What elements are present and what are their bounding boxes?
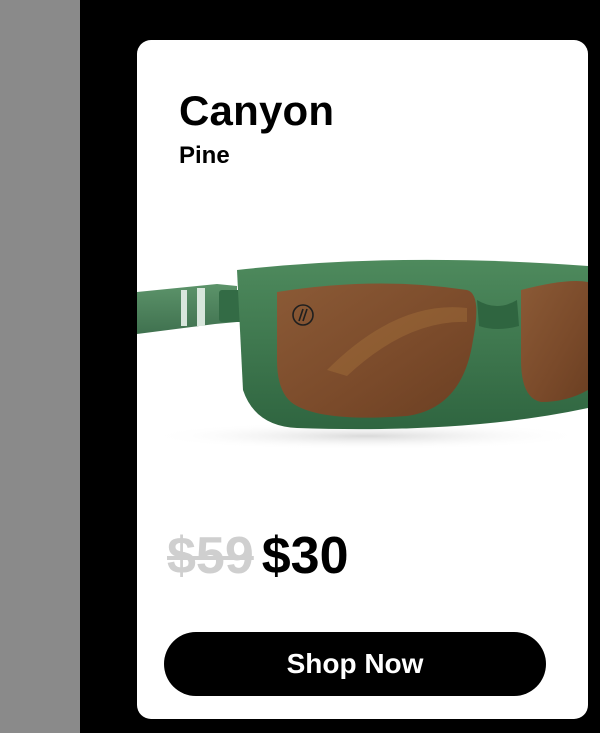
temple-stripe-a — [181, 290, 187, 326]
product-variant: Pine — [179, 142, 230, 169]
app-stage: Canyon Pine $59 $30 Shop Now — [0, 0, 600, 733]
product-title: Canyon — [179, 87, 335, 134]
product-card[interactable]: Canyon Pine $59 $30 Shop Now — [137, 40, 588, 719]
price-row: $59 $30 — [167, 530, 349, 582]
right-lens — [521, 281, 588, 402]
side-panel — [0, 0, 80, 733]
sunglasses-product-image — [137, 259, 588, 450]
shop-now-button[interactable]: Shop Now — [164, 632, 546, 696]
sale-price: $30 — [261, 527, 349, 585]
temple-stripe-b — [197, 288, 205, 326]
original-price: $59 — [167, 527, 254, 585]
